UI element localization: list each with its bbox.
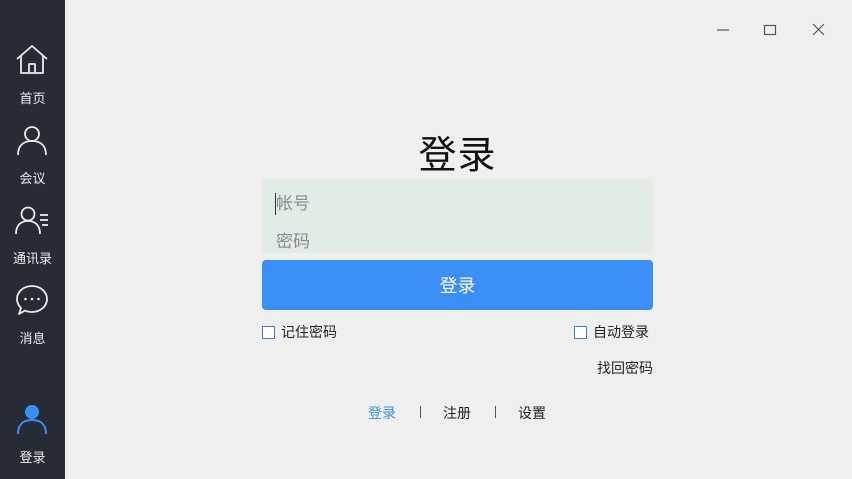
sidebar-item-label: 登录 — [19, 451, 46, 466]
remember-password-label: 记住密码 — [281, 325, 337, 341]
forgot-password-link[interactable]: 找回密码 — [560, 358, 653, 378]
minimize-icon — [717, 29, 729, 31]
sidebar-item-meeting[interactable]: 会议 — [0, 116, 65, 187]
credentials-box — [262, 179, 653, 256]
chat-icon — [16, 285, 48, 315]
tab-login[interactable]: 登录 — [368, 403, 396, 423]
sidebar-item-contacts[interactable]: 通讯录 — [0, 196, 65, 267]
minimize-button[interactable] — [711, 18, 735, 42]
checkbox-box — [574, 325, 587, 339]
user-icon — [17, 126, 47, 156]
login-button[interactable]: 登录 — [262, 260, 653, 310]
sidebar-item-home[interactable]: 首页 — [0, 36, 65, 107]
close-icon — [812, 23, 825, 36]
close-button[interactable] — [806, 18, 830, 42]
remember-password-checkbox[interactable]: 记住密码 — [262, 322, 337, 342]
tab-divider — [420, 406, 421, 418]
sidebar-item-messages[interactable]: 消息 — [0, 276, 65, 347]
tab-divider — [495, 406, 496, 418]
home-icon — [16, 45, 48, 74]
sidebar-item-label: 会议 — [19, 172, 46, 187]
text-caret — [275, 193, 276, 215]
sidebar-item-label: 通讯录 — [12, 252, 52, 267]
auto-login-label: 自动登录 — [593, 325, 649, 341]
auto-login-checkbox[interactable]: 自动登录 — [574, 322, 649, 342]
page-title: 登录 — [418, 133, 497, 177]
bottom-tabs: 登录 注册 设置 — [0, 403, 852, 423]
maximize-button[interactable] — [758, 18, 782, 42]
sidebar-item-label: 首页 — [19, 92, 46, 107]
tab-settings[interactable]: 设置 — [518, 403, 546, 423]
sidebar-item-label: 消息 — [19, 332, 46, 347]
account-input[interactable] — [276, 190, 636, 218]
maximize-icon — [763, 24, 777, 36]
tab-register[interactable]: 注册 — [443, 403, 471, 423]
contacts-icon — [15, 206, 48, 235]
password-input[interactable] — [276, 228, 636, 256]
checkbox-box — [262, 325, 275, 339]
